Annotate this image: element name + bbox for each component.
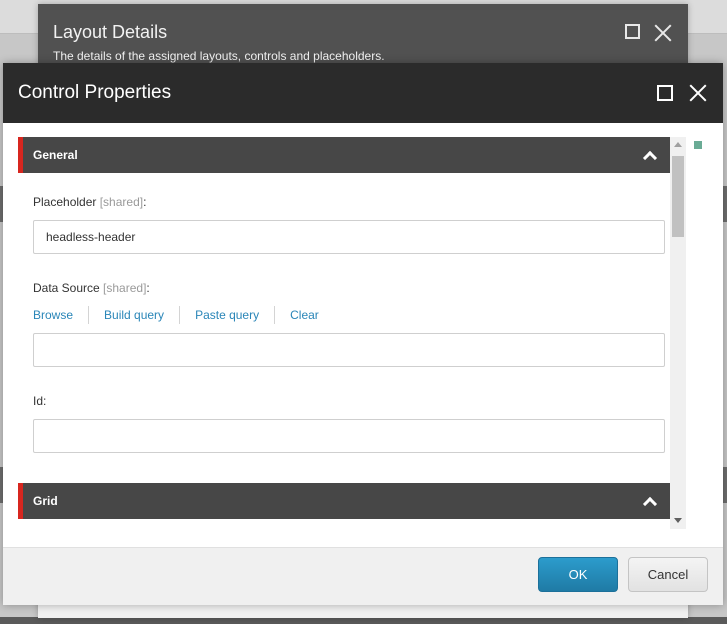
layout-details-subtitle: The details of the assigned layouts, con… xyxy=(53,49,385,63)
browse-link[interactable]: Browse xyxy=(33,306,88,324)
placeholder-input[interactable]: headless-header xyxy=(33,220,665,254)
dialog-title: Control Properties xyxy=(18,82,172,103)
label-suffix: : xyxy=(143,195,147,209)
ok-button[interactable]: OK xyxy=(538,557,618,592)
close-icon[interactable] xyxy=(654,24,672,42)
label-suffix: : xyxy=(146,281,150,295)
data-source-label-text: Data Source xyxy=(33,281,100,295)
close-icon[interactable] xyxy=(689,84,707,102)
id-input[interactable] xyxy=(33,419,665,453)
status-indicator-icon xyxy=(694,141,702,149)
shared-tag: [shared] xyxy=(103,281,147,295)
scroll-down-arrow-icon[interactable] xyxy=(674,518,682,523)
chevron-up-icon[interactable] xyxy=(644,496,654,506)
section-general-header[interactable]: General xyxy=(18,137,670,173)
scroll-up-arrow-icon[interactable] xyxy=(674,142,682,147)
dialog-footer: OK Cancel xyxy=(3,547,723,605)
background-footer xyxy=(0,617,727,624)
section-grid-title: Grid xyxy=(33,494,58,508)
background-stripe xyxy=(723,186,727,222)
maximize-icon[interactable] xyxy=(625,24,640,39)
cancel-button[interactable]: Cancel xyxy=(628,557,708,592)
layout-details-title: Layout Details xyxy=(53,22,168,42)
background-stripe xyxy=(723,467,727,503)
section-general-title: General xyxy=(33,148,78,162)
control-properties-dialog: Control Properties General Placeholder [… xyxy=(3,63,723,605)
data-source-input[interactable] xyxy=(33,333,665,367)
data-source-actions: Browse Build query Paste query Clear xyxy=(33,306,334,324)
placeholder-label-text: Placeholder xyxy=(33,195,97,209)
maximize-icon[interactable] xyxy=(657,85,673,101)
content-scrollbar[interactable] xyxy=(670,137,686,529)
section-grid-header[interactable]: Grid xyxy=(18,483,670,519)
shared-tag: [shared] xyxy=(99,195,144,209)
layout-details-header: Layout Details The details of the assign… xyxy=(38,4,688,64)
dialog-header: Control Properties xyxy=(3,63,723,123)
data-source-label: Data Source [shared]: xyxy=(33,281,150,295)
build-query-link[interactable]: Build query xyxy=(88,306,179,324)
id-label: Id: xyxy=(33,394,47,408)
placeholder-label: Placeholder [shared]: xyxy=(33,195,146,209)
chevron-up-icon[interactable] xyxy=(644,150,654,160)
paste-query-link[interactable]: Paste query xyxy=(179,306,274,324)
clear-link[interactable]: Clear xyxy=(274,306,334,324)
dialog-content: General Placeholder [shared]: headless-h… xyxy=(3,123,723,547)
scroll-thumb[interactable] xyxy=(672,156,684,237)
